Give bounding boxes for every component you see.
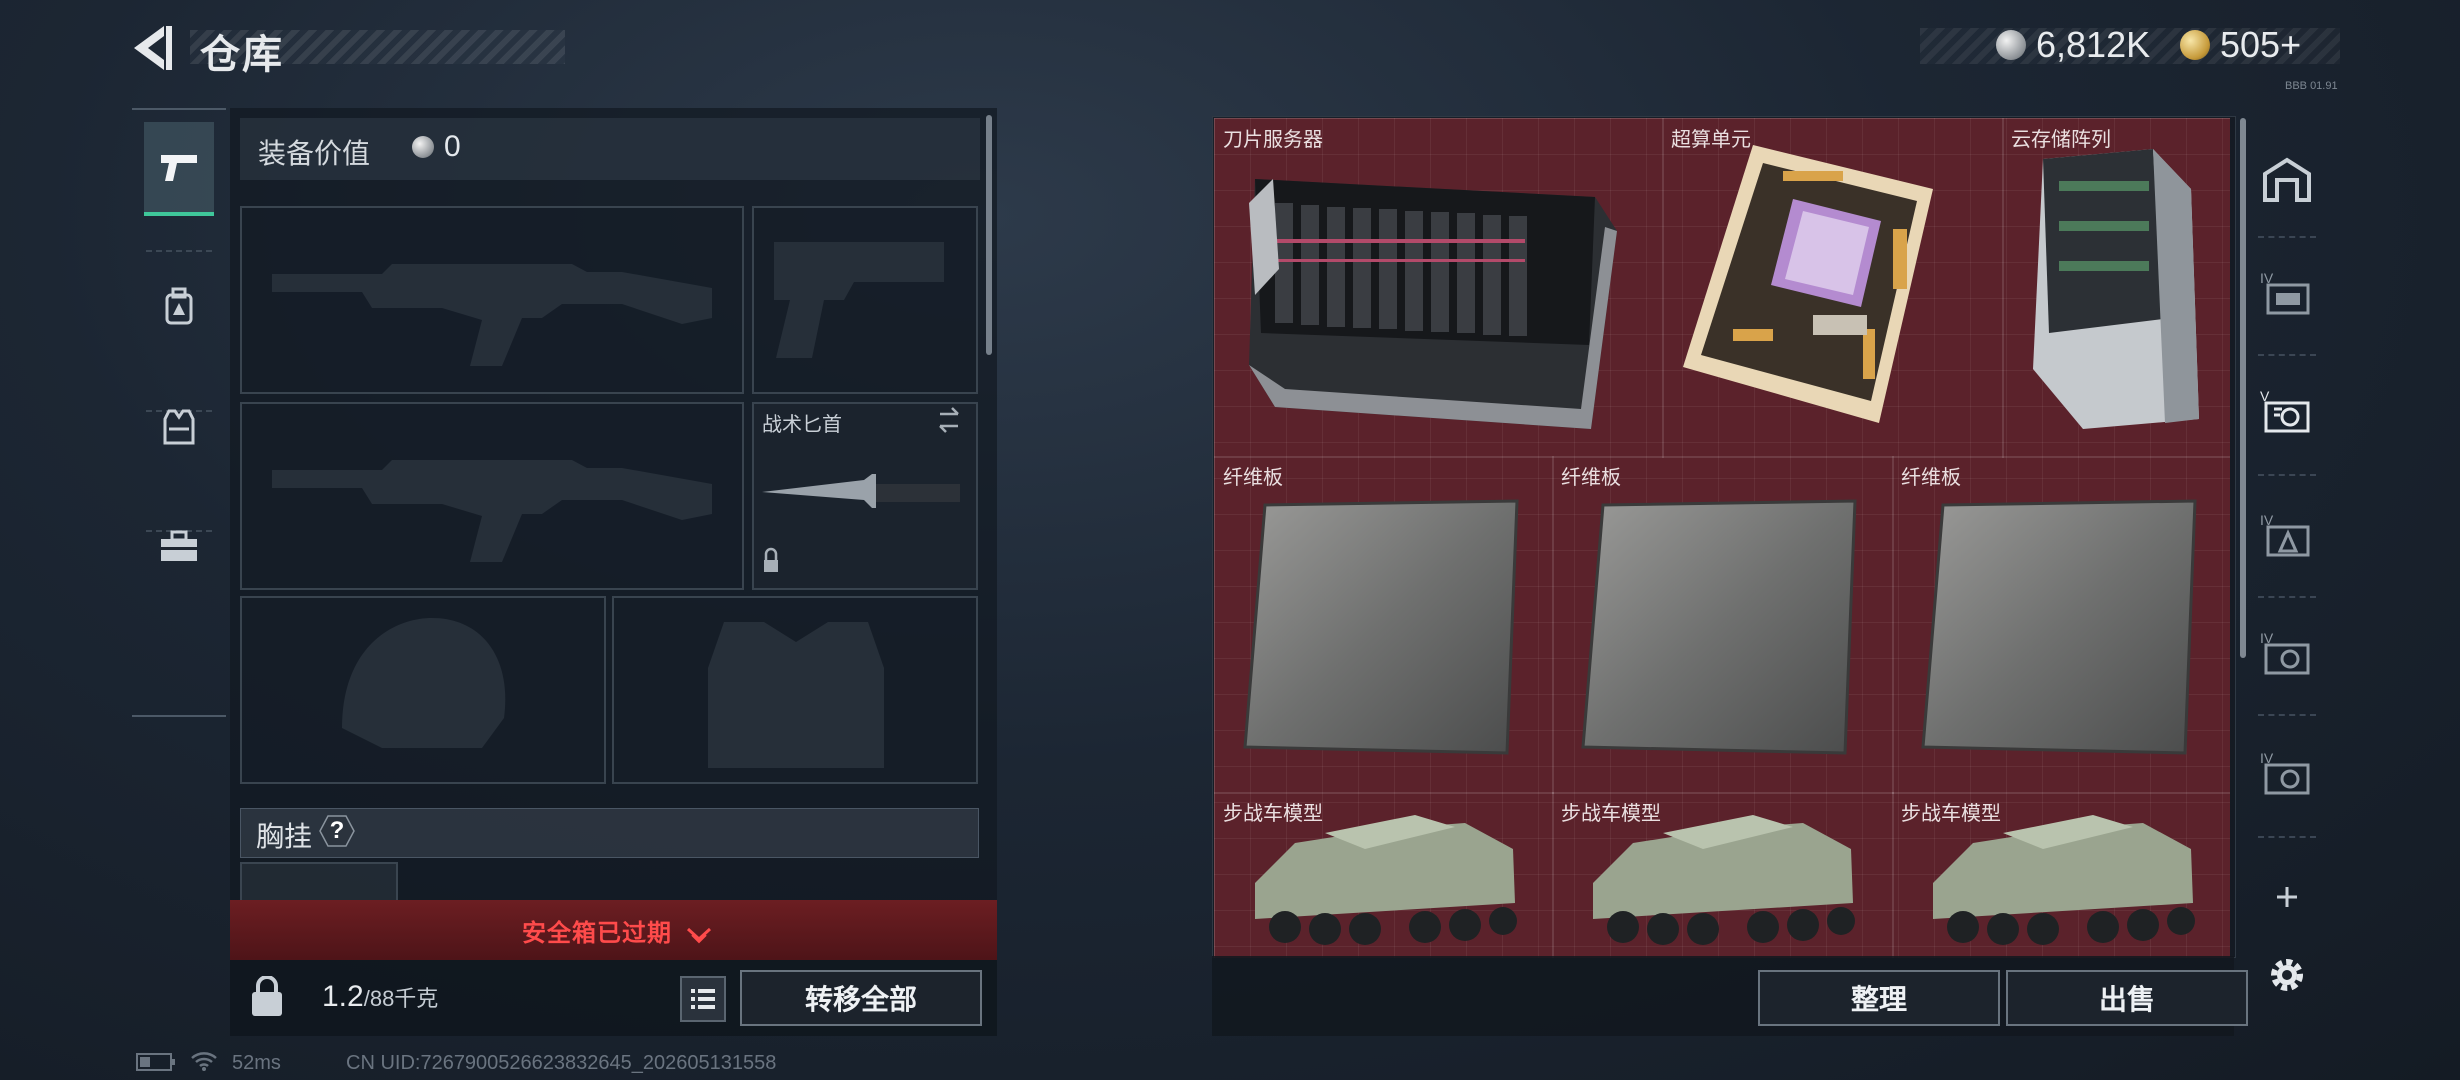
weight-current: 1.2 bbox=[322, 980, 364, 1013]
item-blade-server[interactable]: 刀片服务器 bbox=[1214, 118, 1664, 458]
toolbox-icon bbox=[161, 530, 197, 561]
item-fiberboard-1[interactable]: 纤维板 bbox=[1214, 456, 1554, 794]
sell-button[interactable]: 出售 bbox=[2006, 970, 2248, 1026]
storage-main-icon bbox=[2263, 157, 2311, 202]
category-column bbox=[132, 108, 226, 717]
item-fiberboard-2[interactable]: 纤维板 bbox=[1552, 456, 1894, 794]
storage-tab-gear-icon: V bbox=[2260, 388, 2310, 433]
helmet-silhouette-icon bbox=[342, 618, 506, 748]
supercomputer-board-icon bbox=[1683, 145, 1933, 423]
helmet-slot[interactable] bbox=[240, 596, 606, 784]
transfer-all-button[interactable]: 转移全部 bbox=[740, 970, 982, 1026]
knife-icon bbox=[762, 407, 960, 572]
equipment-value-amount: 0 bbox=[444, 130, 461, 163]
storage-tab-2[interactable]: IV bbox=[2256, 262, 2318, 324]
chest-rig-label: 胸挂 bbox=[256, 821, 313, 852]
add-storage-button[interactable] bbox=[2256, 866, 2318, 928]
item-cloud-storage-array[interactable]: 云存储阵列 bbox=[2002, 118, 2230, 458]
equipment-value-label: 装备价值 bbox=[258, 138, 371, 169]
equipment-scrollbar[interactable] bbox=[986, 115, 992, 355]
item-supercomputer-unit[interactable]: 超算单元 bbox=[1662, 118, 2004, 458]
primary-weapon-slot[interactable] bbox=[240, 206, 744, 394]
pistol-silhouette-icon bbox=[774, 242, 944, 358]
silver-coin-icon bbox=[1996, 30, 2026, 60]
storage-tab-gear-icon-2: IV bbox=[2260, 630, 2310, 675]
back-button[interactable] bbox=[130, 22, 178, 74]
equipment-value: 0 bbox=[412, 130, 461, 164]
gear-icon bbox=[2271, 959, 2303, 991]
category-tab-vest[interactable] bbox=[144, 382, 214, 472]
ifv-model-icon bbox=[1593, 815, 1855, 945]
wifi-icon bbox=[190, 1050, 218, 1078]
fiberboard-icon bbox=[1921, 499, 2197, 755]
ping-readout: 52ms bbox=[232, 1052, 281, 1074]
category-tab-weapons[interactable] bbox=[144, 122, 214, 216]
back-arrow-icon bbox=[134, 26, 172, 70]
fiberboard-icon bbox=[1243, 499, 1519, 755]
gold-amount: 505+ bbox=[2220, 24, 2302, 65]
storage-tab-4[interactable]: IV bbox=[2256, 504, 2318, 566]
category-tab-backpack[interactable] bbox=[144, 262, 214, 352]
storage-grid: 刀片服务器 超算单元 云存储阵列 纤维板 纤维板 纤维板 步战车模型 步战车模型… bbox=[1214, 118, 2230, 958]
storage-tab-6[interactable]: IV bbox=[2256, 742, 2318, 804]
chest-rig-help-button[interactable]: ? bbox=[318, 814, 356, 848]
storage-array-icon bbox=[2033, 149, 2199, 429]
storage-tab-3[interactable]: V bbox=[2256, 380, 2318, 442]
ifv-model-icon bbox=[1255, 815, 1517, 945]
storage-tab-main[interactable] bbox=[2256, 148, 2318, 210]
fiberboard-icon bbox=[1581, 499, 1857, 755]
chest-rig-slot[interactable] bbox=[240, 862, 398, 904]
storage-tab-backpack-icon: IV bbox=[2260, 512, 2310, 557]
list-icon bbox=[691, 989, 715, 1009]
knife-slot[interactable]: 战术匕首 bbox=[752, 402, 978, 590]
blade-server-icon bbox=[1249, 179, 1617, 429]
user-uid: CN UID:7267900526623832645_202605131558 bbox=[346, 1052, 777, 1074]
item-ifv-model-3[interactable]: 步战车模型 bbox=[1892, 792, 2230, 958]
storage-scrollbar[interactable] bbox=[2240, 118, 2246, 658]
item-ifv-model-2[interactable]: 步战车模型 bbox=[1552, 792, 1894, 958]
weight-readout: 1.2/88千克 bbox=[322, 980, 438, 1014]
silver-amount: 6,812K bbox=[2036, 24, 2151, 65]
storage-tab-5[interactable]: IV bbox=[2256, 622, 2318, 684]
gold-coin-icon bbox=[2180, 30, 2210, 60]
item-fiberboard-3[interactable]: 纤维板 bbox=[1892, 456, 2230, 794]
secondary-weapon-slot[interactable] bbox=[240, 402, 744, 590]
chevron-down-icon bbox=[686, 927, 711, 944]
item-ifv-model-1[interactable]: 步战车模型 bbox=[1214, 792, 1554, 958]
page-title: 仓库 bbox=[200, 33, 284, 77]
armor-slot[interactable] bbox=[612, 596, 978, 784]
pistol-icon bbox=[161, 155, 197, 181]
battery-icon bbox=[136, 1052, 176, 1078]
armor-silhouette-icon bbox=[708, 622, 884, 768]
currency-silver[interactable]: 6,812K bbox=[1996, 24, 2150, 66]
category-tab-toolbox[interactable] bbox=[144, 502, 214, 592]
safe-box-status: 安全箱已过期 bbox=[522, 913, 712, 948]
storage-tab-folder-icon: IV bbox=[2260, 270, 2310, 315]
rifle-silhouette-icon bbox=[272, 264, 712, 366]
plus-icon bbox=[2277, 887, 2297, 907]
backpack-icon bbox=[165, 287, 193, 325]
weight-lock-icon bbox=[250, 975, 284, 1018]
settings-button[interactable] bbox=[2256, 944, 2318, 1006]
vest-icon bbox=[163, 409, 195, 445]
sort-button[interactable]: 整理 bbox=[1758, 970, 2000, 1026]
sidearm-slot[interactable] bbox=[752, 206, 978, 394]
storage-tab-gear-icon-3: IV bbox=[2260, 750, 2310, 795]
ifv-model-icon bbox=[1933, 815, 2195, 945]
currency-note: BBB 01.91 bbox=[2285, 80, 2338, 92]
silver-coin-icon bbox=[412, 136, 434, 158]
list-view-button[interactable] bbox=[680, 976, 726, 1022]
currency-gold[interactable]: 505+ bbox=[2180, 24, 2301, 66]
weight-max: /88千克 bbox=[363, 986, 439, 1011]
rifle-silhouette-icon bbox=[272, 460, 712, 562]
